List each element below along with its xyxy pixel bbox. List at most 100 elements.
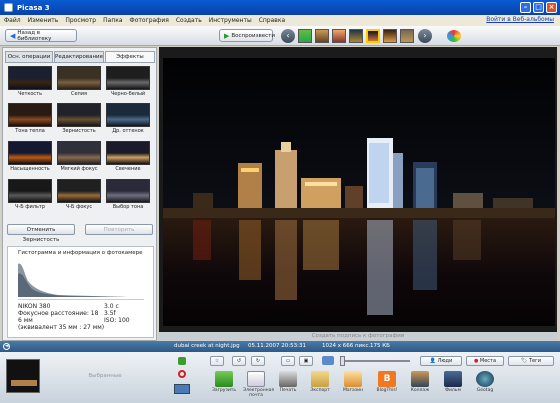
sign-in-link[interactable]: Войти в Веб-альбомы [486,16,554,23]
tags-button[interactable]: 🏷 Теги [508,356,554,366]
file-date: 05.11.2007 20:53:31 [248,343,306,349]
title-bar: Picasa 3 – □ × [0,0,560,15]
menu-folder[interactable]: Папка [103,17,122,24]
aperture: 3.5f [104,310,116,317]
menu-edit[interactable]: Изменить [28,17,59,24]
effect-sharpen[interactable]: Четкость [8,66,52,99]
movie-icon [444,371,462,387]
blogger-icon: B [378,371,396,387]
filmstrip-thumb[interactable] [315,29,329,43]
play-icon: ▶ [224,31,230,40]
export-button[interactable]: Экспорт [307,371,333,393]
places-button[interactable]: ● Места [466,356,504,366]
file-name: dubai creek at night.jpg [174,343,240,349]
focal-equivalent: (эквивалент 35 мм : 27 мм) [18,324,105,331]
blogthis-button[interactable]: B BlogThis! [374,371,400,393]
back-to-library-button[interactable]: ◀ Назад в библиотеку [5,29,77,42]
menu-picture[interactable]: Фотография [130,17,169,24]
histogram-title: Гистограмма и информация о фотокамере [18,250,143,256]
effect-saturation[interactable]: Насыщенность [8,141,52,174]
color-wheel-icon[interactable] [447,30,461,42]
redo-button[interactable]: Повторить [85,224,153,235]
map-pin-icon: ● [473,358,479,364]
info-bar: ◄ dubai creek at night.jpg 05.11.2007 20… [0,341,560,352]
star-button[interactable]: ☆ [210,356,224,366]
folder-icon [311,371,329,387]
tab-tuning[interactable]: Редактирование [54,51,104,62]
rotate-left-button[interactable]: ↺ [232,356,246,366]
collage-button[interactable]: Коллаж [407,371,433,393]
file-size: 175 КБ [370,343,390,349]
menu-file[interactable]: Файл [4,17,21,24]
filmstrip-thumb-selected[interactable] [366,29,380,43]
effect-tint[interactable]: Др. оттенок [106,103,150,136]
filmstrip-thumb[interactable] [349,29,363,43]
menu-view[interactable]: Просмотр [65,17,96,24]
geotag-button[interactable]: Geotag [472,371,498,393]
filmstrip-thumb[interactable] [332,29,346,43]
people-button[interactable]: 👤 Люди [420,356,462,366]
camera-model: NIKON 380 [18,303,51,310]
filmstrip-thumb[interactable] [298,29,312,43]
focal-length: Фокусное расстояние: 18 [18,310,99,317]
exposure: 3.0 с [104,303,119,310]
movie-button[interactable]: Фильм [440,371,466,393]
email-icon [247,371,265,387]
tag-icon: 🏷 [521,358,528,364]
shop-button[interactable]: Магазин [340,371,366,393]
email-button[interactable]: Электронная почта [243,371,274,398]
maximize-button[interactable]: □ [533,2,544,13]
actual-size-icon[interactable]: ▣ [299,356,313,366]
effect-sepia[interactable]: Сепия [57,66,101,99]
menu-bar: Файл Изменить Просмотр Папка Фотография … [0,15,560,26]
filmstrip-thumb[interactable] [383,29,397,43]
effect-glow[interactable]: Свечение [106,141,150,174]
app-icon [4,3,13,12]
shop-icon [344,371,362,387]
rotate-right-button[interactable]: ↻ [251,356,265,366]
effect-focal-bw[interactable]: Ч-Б фокус [57,179,101,212]
effect-warmify[interactable]: Тона тепла [8,103,52,136]
back-arrow-icon: ◀ [10,31,16,40]
edit-panel: Осн. операции Редактирование Эффекты Чет… [2,47,157,341]
effect-film-grain[interactable]: Зернистость [57,103,101,136]
globe-icon [476,371,494,387]
slideshow-button[interactable]: ▶ Воспроизвести [219,29,275,42]
info-toggle-icon[interactable]: ◄ [3,343,10,350]
menu-help[interactable]: Справка [259,17,285,24]
menu-tools[interactable]: Инструменты [209,17,252,24]
close-button[interactable]: × [546,2,557,13]
iso: ISO: 100 [104,317,130,324]
print-button[interactable]: Печать [275,371,301,393]
collage-icon [411,371,429,387]
next-photo-icon[interactable]: › [418,29,432,43]
histogram-panel: Гистограмма и информация о фотокамере NI… [7,246,154,338]
effect-soft-focus[interactable]: Мягкий фокус [57,141,101,174]
effect-graduated-tint[interactable]: Выбор тона [106,179,150,212]
album-dropdown-icon[interactable] [174,384,190,394]
hold-icon[interactable] [178,357,186,365]
zoom-slider-thumb[interactable] [340,356,345,366]
photo-image[interactable] [163,58,555,326]
caption-field[interactable]: Создать подпись к фотографии [159,332,557,341]
tab-basic-fixes[interactable]: Осн. операции [5,51,53,62]
zoom-icon [322,356,334,365]
previous-photo-icon[interactable]: ‹ [281,29,295,43]
printer-icon [279,371,297,387]
window-title: Picasa 3 [17,3,50,12]
effect-bw[interactable]: Черно-белый [106,66,150,99]
menu-create[interactable]: Создать [176,17,202,24]
zoom-slider[interactable] [340,360,410,362]
toolbar: ◀ Назад в библиотеку ▶ Воспроизвести ‹ › [0,26,560,46]
fit-view-icon[interactable]: ▭ [281,356,295,366]
tray-thumbnail[interactable] [6,359,40,393]
minimize-button[interactable]: – [520,2,531,13]
undo-effect-button[interactable]: Отменить Зернистость [7,224,75,243]
clear-icon[interactable] [178,370,186,378]
people-icon: 👤 [429,358,436,364]
histogram-graph [18,263,128,297]
upload-button[interactable]: Загрузить [211,371,237,393]
filmstrip-thumb[interactable] [400,29,414,43]
effect-filtered-bw[interactable]: Ч-Б фильтр [8,179,52,212]
focal-mm: 6 мм [18,317,33,324]
